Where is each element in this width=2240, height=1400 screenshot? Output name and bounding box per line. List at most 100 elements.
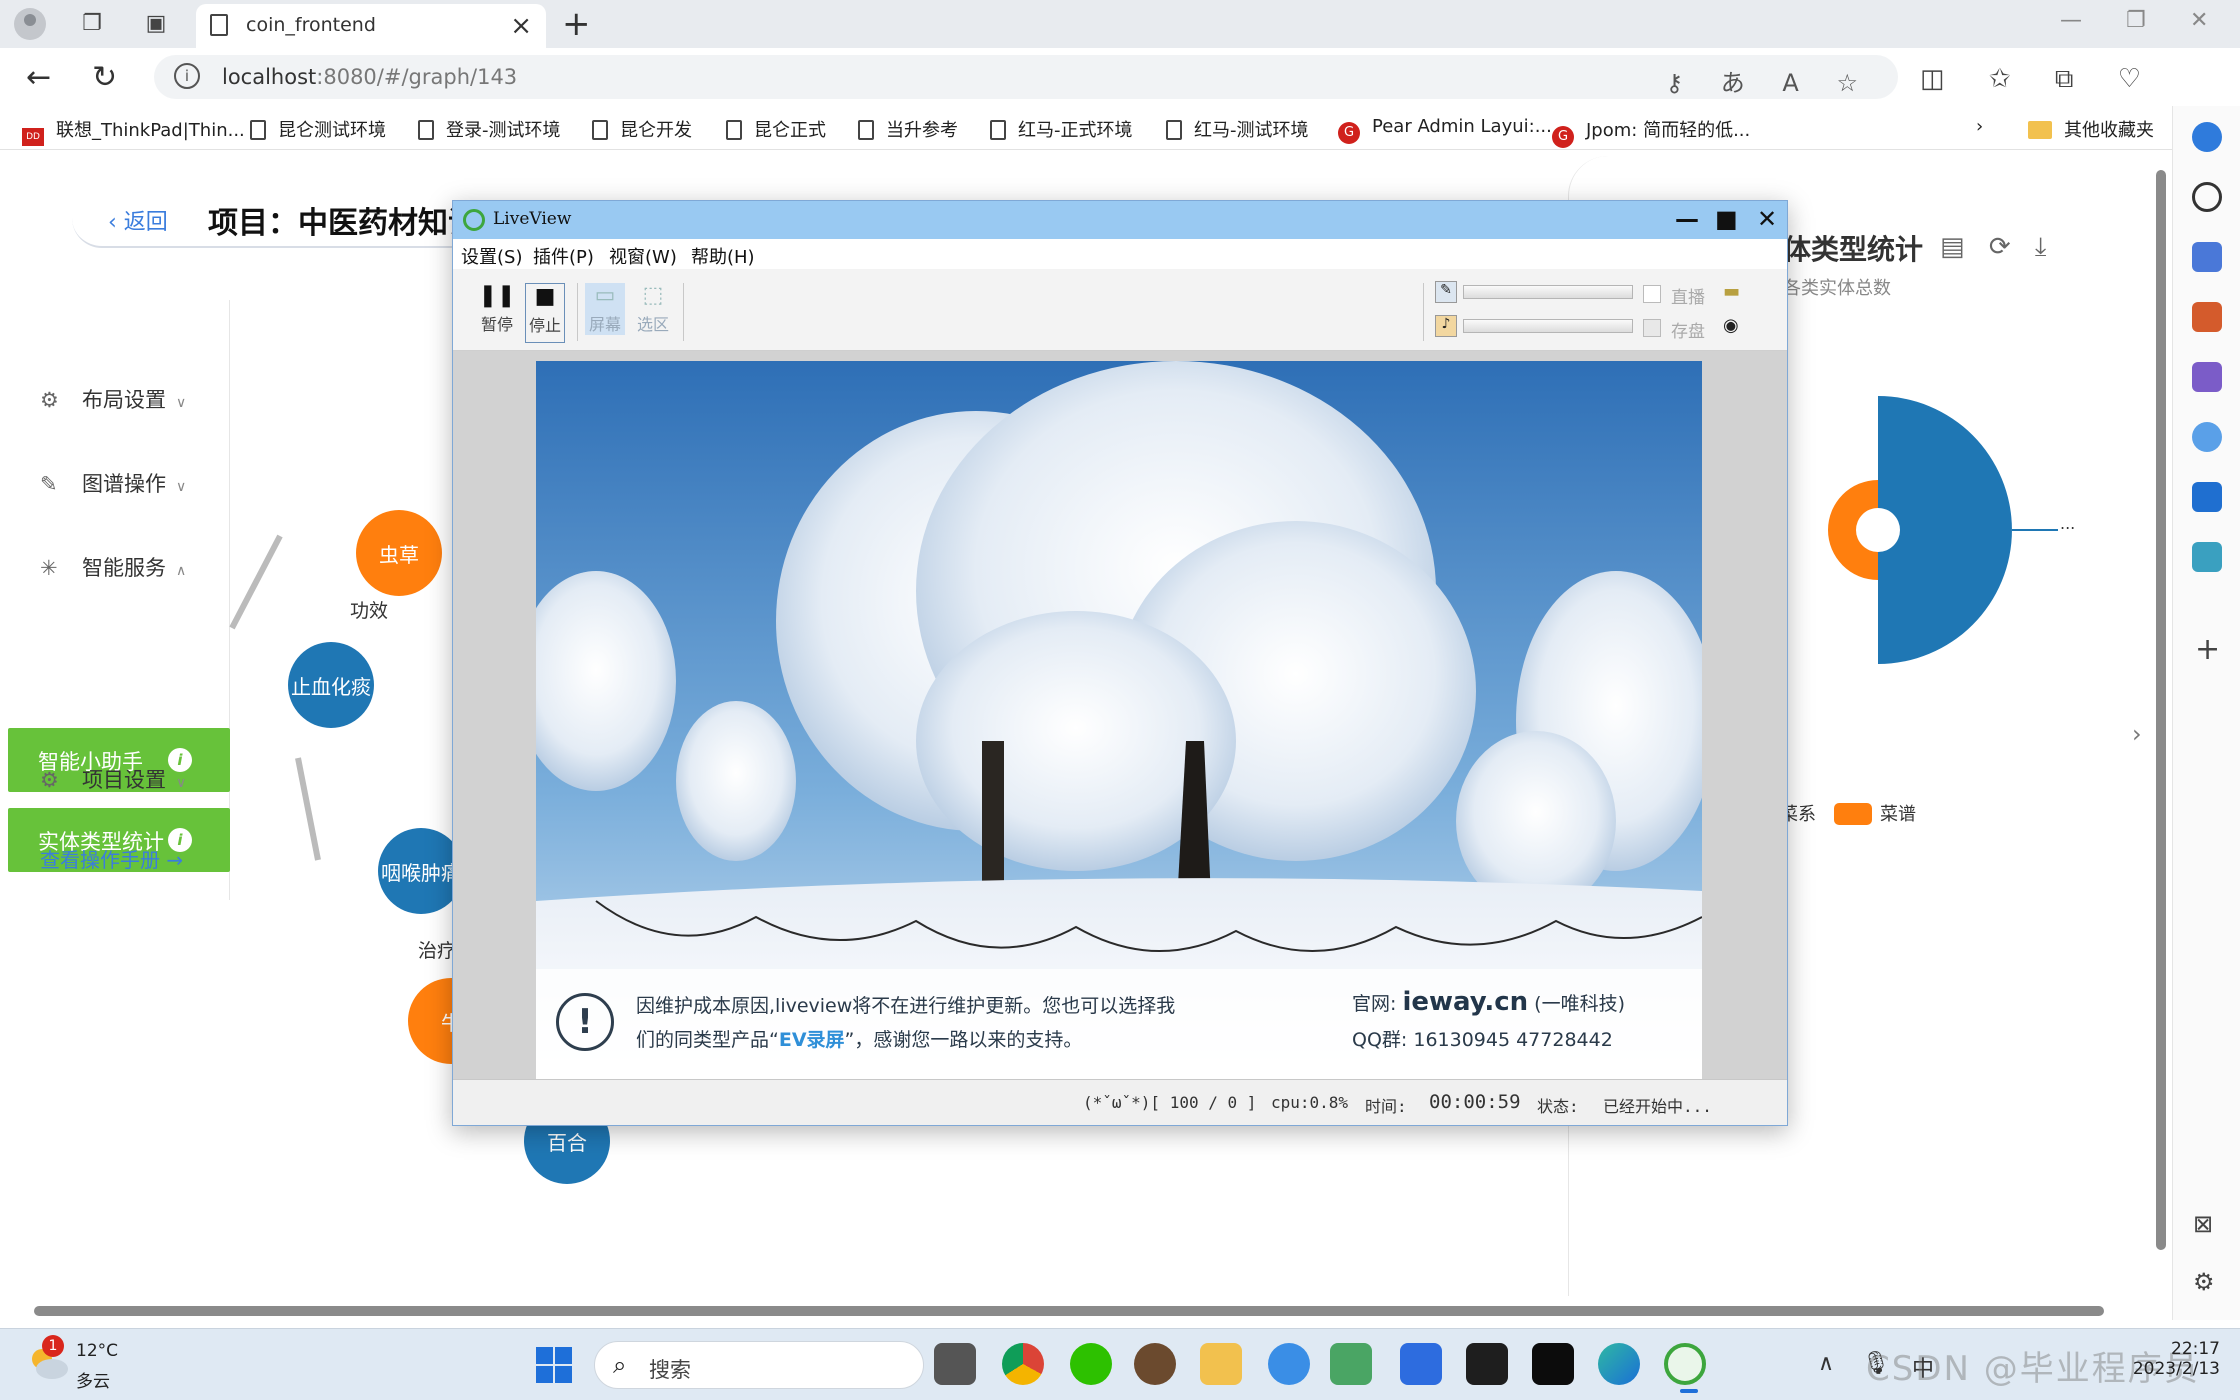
speaker-icon[interactable]: ♪ (1435, 315, 1457, 337)
info-icon[interactable]: i (174, 63, 200, 89)
taskbar-search[interactable]: ⌕ 搜索 (594, 1341, 924, 1389)
browser-essentials-icon[interactable]: ♡ (2118, 64, 2141, 94)
workspaces-icon[interactable]: ❐ (78, 10, 106, 38)
bookmark-jpom[interactable]: G Jpom: 简而轻的低... (1552, 116, 1750, 148)
menu-plugins[interactable]: 插件(P) (533, 243, 594, 269)
terminal-icon[interactable] (1466, 1343, 1508, 1385)
profile-avatar[interactable] (14, 8, 46, 40)
maximize-icon[interactable]: ■ (1715, 205, 1738, 233)
speaker-volume-slider[interactable] (1463, 319, 1633, 333)
key-icon[interactable]: ⚷ (1666, 69, 1684, 97)
website-link[interactable]: ieway.cn (1402, 987, 1528, 1017)
liveview-titlebar[interactable]: LiveView — ■ ✕ (453, 201, 1787, 239)
folder-icon[interactable]: ▬ (1723, 281, 1740, 302)
games-icon[interactable] (2192, 362, 2222, 392)
save-checkbox[interactable] (1643, 319, 1661, 337)
download-icon[interactable]: ⤓ (2035, 232, 2047, 262)
close-window-icon[interactable]: ✕ (2190, 8, 2208, 33)
ev-link[interactable]: EV录屏 (779, 1029, 845, 1051)
menu-view[interactable]: 视窗(W) (609, 243, 677, 269)
graph-node[interactable]: 止血化痰 (288, 642, 374, 728)
outlook-icon[interactable] (2192, 482, 2222, 512)
menu-settings[interactable]: 设置(S) (461, 243, 522, 269)
edge-icon[interactable] (1598, 1343, 1640, 1385)
close-tab-icon[interactable]: × (510, 11, 532, 41)
bookmark-dangsheng[interactable]: 当升参考 (858, 116, 958, 142)
minimize-icon[interactable]: — (1675, 205, 1699, 233)
office-icon[interactable] (2192, 422, 2222, 452)
bookmark-kunlun-prod[interactable]: 昆仑正式 (726, 116, 826, 142)
toolbox-icon[interactable] (2192, 302, 2222, 332)
liveview-taskbar-icon[interactable] (1664, 1343, 1706, 1393)
refresh-icon[interactable]: ↻ (92, 60, 117, 95)
screen-button[interactable]: ▭ 屏幕 (585, 283, 625, 335)
favorites-icon[interactable]: ✩ (1989, 64, 2011, 94)
chat-icon[interactable] (1268, 1343, 1310, 1385)
tray-overflow-icon[interactable]: ∧ (1818, 1351, 1834, 1376)
notepad-icon[interactable] (1400, 1343, 1442, 1385)
wechat-icon[interactable] (1070, 1343, 1112, 1385)
search-icon[interactable] (2192, 182, 2222, 212)
split-screen-icon[interactable]: ◫ (1920, 64, 1945, 94)
bookmark-hongma-test[interactable]: 红马-测试环境 (1166, 116, 1309, 142)
bell-icon[interactable] (2192, 122, 2222, 152)
pie-slice-cuisine[interactable] (1878, 396, 2012, 664)
region-button[interactable]: ⬚ 选区 (633, 283, 673, 335)
bookmark-lenovo[interactable]: DD 联想_ThinkPad|Thin... (22, 116, 245, 146)
send-icon[interactable] (2192, 542, 2222, 572)
image-app-icon[interactable] (1330, 1343, 1372, 1385)
start-button[interactable] (536, 1347, 572, 1383)
bookmark-hongma-prod[interactable]: 红马-正式环境 (990, 116, 1133, 142)
bookmark-other[interactable]: 其他收藏夹 (2028, 116, 2154, 142)
back-icon[interactable]: ← (26, 60, 51, 95)
scroll-thumb[interactable] (2156, 170, 2166, 1250)
close-icon[interactable]: ✕ (1757, 205, 1777, 233)
stop-button[interactable]: ■ 停止 (525, 283, 565, 343)
graph-node[interactable]: 虫草 (356, 510, 442, 596)
lenovo-icon: DD (22, 128, 44, 146)
menu-help[interactable]: 帮助(H) (691, 243, 755, 269)
chrome-icon[interactable] (1002, 1343, 1044, 1385)
tab-actions-icon[interactable]: ▣ (142, 10, 170, 38)
system-clock[interactable]: 22:17 2023/2/13 (2080, 1339, 2220, 1379)
bookmark-login-test[interactable]: 登录-测试环境 (418, 116, 561, 142)
new-tab-icon[interactable]: + (562, 4, 591, 44)
bookmarks-overflow-icon[interactable]: › (1976, 116, 1983, 137)
console-icon[interactable] (1532, 1343, 1574, 1385)
browser-tab[interactable]: coin_frontend × (196, 4, 546, 48)
mic-icon[interactable]: ✎ (1435, 281, 1457, 303)
app-icon[interactable] (1134, 1343, 1176, 1385)
vertical-scrollbar[interactable] (2150, 150, 2172, 1310)
add-icon[interactable]: + (2195, 632, 2220, 667)
settings-icon[interactable]: ⚙ (2193, 1268, 2215, 1296)
mic-volume-slider[interactable] (1463, 285, 1633, 299)
address-bar-row: ← ↻ i localhost:8080/#/graph/143 ⚷ あ A ☆… (0, 48, 2240, 125)
live-checkbox[interactable] (1643, 285, 1661, 303)
screenshot-icon[interactable]: ⊠ (2193, 1210, 2213, 1238)
translate-icon[interactable]: あ (1721, 69, 1745, 97)
scroll-thumb[interactable] (34, 1306, 2104, 1316)
panel-expand-icon[interactable]: › (2132, 720, 2142, 748)
url-input[interactable]: i localhost:8080/#/graph/143 ⚷ あ A ☆ (154, 55, 1898, 99)
tag-icon[interactable] (2192, 242, 2222, 272)
bookmark-kunlun-dev[interactable]: 昆仑开发 (592, 116, 692, 142)
task-view-icon[interactable] (934, 1343, 976, 1385)
pause-button[interactable]: ❚❚ 暂停 (477, 283, 517, 335)
refresh-icon[interactable]: ⟳ (1989, 232, 2011, 262)
collections-icon[interactable]: ⧉ (2055, 64, 2074, 94)
graph-edges (229, 534, 321, 861)
bookmark-kunlun-test[interactable]: 昆仑测试环境 (250, 116, 386, 142)
clock-time: 22:17 (2171, 1339, 2220, 1359)
horizontal-scrollbar[interactable] (8, 1302, 2148, 1320)
favorite-star-icon[interactable]: ☆ (1836, 69, 1858, 97)
pie-slice-recipe[interactable] (1828, 480, 1878, 580)
file-explorer-icon[interactable] (1200, 1343, 1242, 1385)
bookmark-pear-admin[interactable]: G Pear Admin Layui:... (1338, 116, 1552, 144)
minimize-icon[interactable]: — (2060, 8, 2082, 33)
document-icon[interactable]: ▤ (1940, 232, 1965, 262)
restore-icon[interactable]: ❐ (2126, 8, 2146, 33)
eye-icon[interactable]: ◉ (1723, 315, 1739, 336)
g-icon: G (1552, 126, 1574, 148)
read-aloud-icon[interactable]: A (1782, 69, 1798, 97)
legend-item-recipe[interactable]: 菜谱 (1834, 800, 1916, 826)
